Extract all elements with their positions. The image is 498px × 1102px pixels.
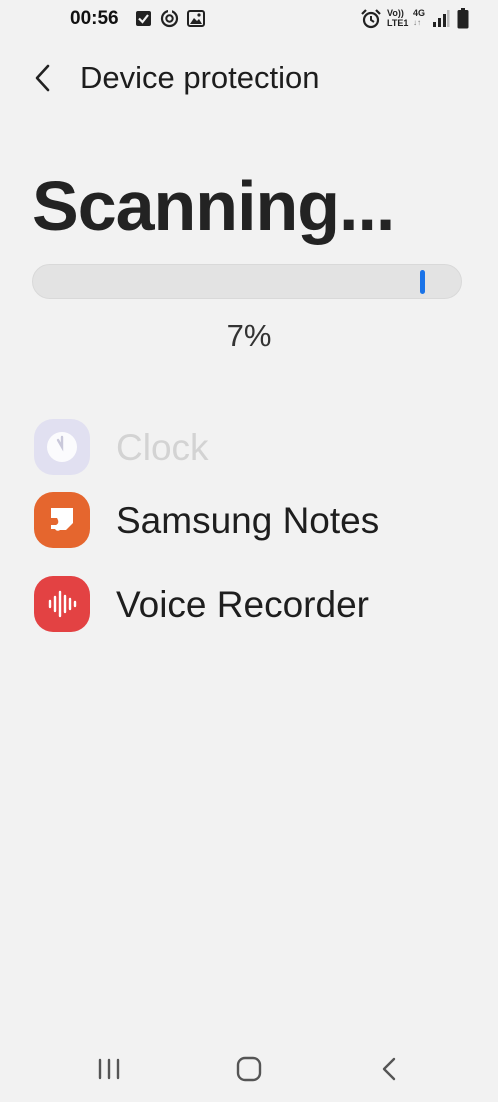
lte-label: LTE1 [387, 18, 409, 28]
progress-indicator [420, 270, 425, 294]
volte-label: Vo)) [387, 8, 404, 18]
status-bar: 00:56 Vo)) LTE1 4G ↓↑ [0, 0, 498, 38]
status-time: 00:56 [70, 8, 119, 29]
network-label: 4G [413, 8, 426, 18]
back-icon[interactable] [370, 1052, 410, 1088]
app-name: Samsung Notes [116, 500, 380, 541]
page-title: Device protection [80, 60, 320, 95]
notes-icon [34, 492, 90, 548]
progress-bar-track [32, 264, 462, 299]
list-item-voice-recorder: Voice Recorder [34, 576, 474, 632]
navigation-bar [0, 1040, 498, 1102]
signal-icon [433, 10, 450, 27]
voice-recorder-icon [34, 576, 90, 632]
battery-icon [457, 8, 469, 29]
alarm-icon [361, 9, 381, 29]
back-button[interactable] [28, 60, 58, 96]
volte-icon: Vo)) LTE1 [387, 8, 408, 28]
gallery-icon [187, 10, 205, 27]
app-header: Device protection [0, 50, 498, 110]
recents-icon[interactable] [90, 1052, 130, 1088]
scan-status-title: Scanning... [32, 167, 395, 245]
clock-icon [34, 419, 90, 475]
list-item-clock: Clock [34, 419, 474, 475]
app-name: Clock [116, 427, 209, 468]
4g-data-icon: 4G ↓↑ [413, 8, 426, 27]
app-name: Voice Recorder [116, 584, 369, 625]
progress-percent: 7% [226, 318, 272, 353]
task-check-icon [136, 11, 151, 26]
list-item-samsung-notes: Samsung Notes [34, 492, 474, 548]
home-icon[interactable] [229, 1052, 269, 1088]
sync-icon [160, 9, 179, 28]
